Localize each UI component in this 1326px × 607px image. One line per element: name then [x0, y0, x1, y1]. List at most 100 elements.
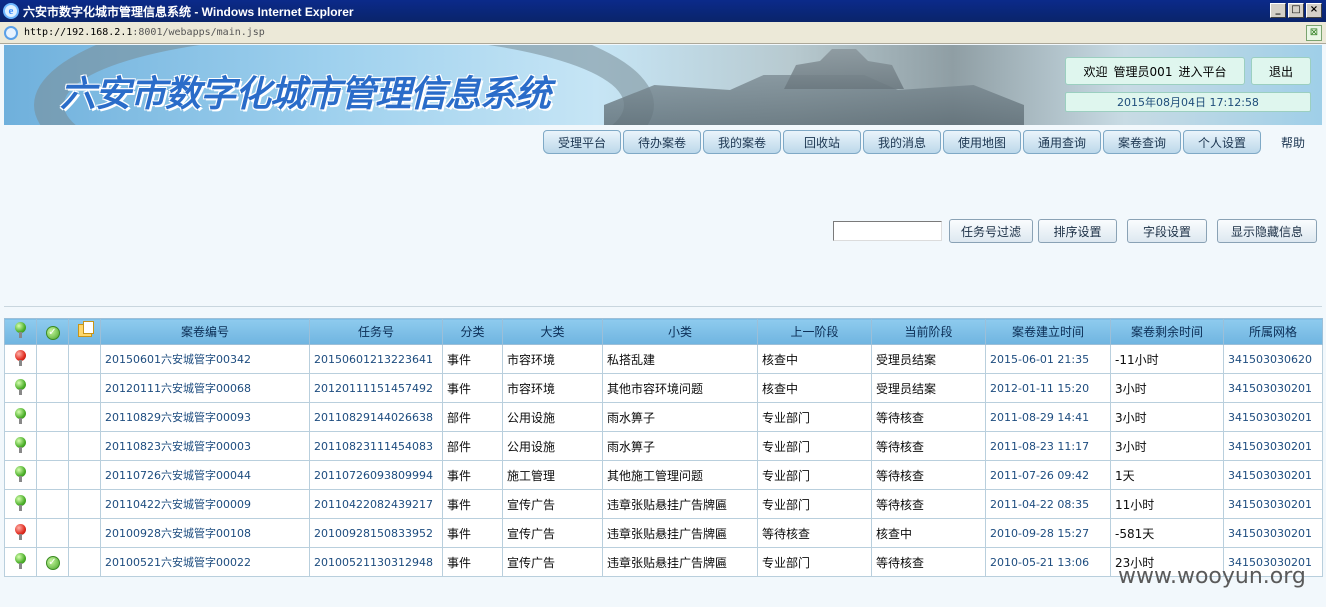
case-id-cell[interactable]: 20100928六安城管字00108 [100, 518, 310, 548]
divider [4, 306, 1322, 307]
remaining-time-cell: 11小时 [1110, 489, 1224, 519]
task-id-cell: 20110726093809994 [309, 460, 443, 490]
nav-accept-platform[interactable]: 受理平台 [543, 130, 621, 154]
column-header[interactable]: 案卷建立时间 [985, 318, 1111, 345]
nav-general-query[interactable]: 通用查询 [1023, 130, 1101, 154]
status-column-header[interactable] [4, 318, 37, 345]
window-title-bar: e 六安市数字化城市管理信息系统 - Windows Internet Expl… [0, 0, 1326, 22]
address-url[interactable]: http://192.168.2.1:8001/webapps/main.jsp [24, 27, 265, 38]
column-header[interactable]: 任务号 [309, 318, 443, 345]
column-header[interactable]: 案卷剩余时间 [1110, 318, 1224, 345]
attachment-cell [68, 431, 101, 461]
column-header[interactable]: 分类 [442, 318, 503, 345]
status-bulb-icon [15, 378, 26, 395]
column-header[interactable]: 大类 [502, 318, 603, 345]
case-id-cell[interactable]: 20110823六安城管字00003 [100, 431, 310, 461]
column-header[interactable]: 当前阶段 [871, 318, 986, 345]
column-header[interactable]: 案卷编号 [100, 318, 310, 345]
task-id-cell: 20110829144026638 [309, 402, 443, 432]
created-time-cell: 2011-08-29 14:41 [985, 402, 1111, 432]
table-row[interactable]: 20120111六安城管字00068 20120111151457492 事件 市容环… [4, 373, 1323, 403]
status-bulb-icon [15, 407, 26, 424]
minimize-button[interactable]: _ [1270, 3, 1286, 18]
created-time-cell: 2011-07-26 09:42 [985, 460, 1111, 490]
check-circle-icon: ✓ [45, 325, 60, 340]
case-id-cell[interactable]: 20150601六安城管字00342 [100, 344, 310, 374]
grid-cell: 341503030620 [1223, 344, 1323, 374]
nav-personal-settings[interactable]: 个人设置 [1183, 130, 1261, 154]
app-title: 六安市数字化城市管理信息系统 [60, 74, 551, 115]
category-cell: 部件 [442, 431, 503, 461]
status-bulb-icon [15, 552, 26, 569]
nav-pending-cases[interactable]: 待办案卷 [623, 130, 701, 154]
case-id-cell[interactable]: 20110829六安城管字00093 [100, 402, 310, 432]
category-cell: 事件 [442, 547, 503, 577]
case-id-cell[interactable]: 20100521六安城管字00022 [100, 547, 310, 577]
close-button[interactable]: × [1306, 3, 1322, 18]
table-row[interactable]: 20110823六安城管字00003 20110823111454083 部件 公用设… [4, 431, 1323, 461]
attachment-cell [68, 518, 101, 548]
nav-my-cases[interactable]: 我的案卷 [703, 130, 781, 154]
address-host: http://192.168.2.1 [24, 27, 133, 38]
attachment-cell [68, 547, 101, 577]
task-id-cell: 20110422082439217 [309, 489, 443, 519]
field-settings-button[interactable]: 字段设置 [1127, 219, 1207, 243]
address-bar[interactable]: http://192.168.2.1:8001/webapps/main.jsp… [0, 22, 1326, 44]
compatibility-icon[interactable]: ⊠ [1306, 25, 1322, 41]
prev-stage-cell: 核查中 [757, 373, 872, 403]
nav-case-query[interactable]: 案卷查询 [1103, 130, 1181, 154]
doc-column-header[interactable] [68, 318, 101, 345]
status-bulb-icon [15, 494, 26, 511]
remaining-time-cell: 3小时 [1110, 402, 1224, 432]
task-id-cell: 20100521130312948 [309, 547, 443, 577]
table-row[interactable]: 20110829六安城管字00093 20110829144026638 部件 公用设… [4, 402, 1323, 432]
table-row[interactable]: 20150601六安城管字00342 20150601213223641 事件 市容环… [4, 344, 1323, 374]
table-row[interactable]: 20100928六安城管字00108 20100928150833952 事件 宣传广… [4, 518, 1323, 548]
nav-my-messages[interactable]: 我的消息 [863, 130, 941, 154]
major-category-cell: 市容环境 [502, 344, 603, 374]
maximize-button[interactable]: □ [1288, 3, 1304, 18]
case-id-cell[interactable]: 20110726六安城管字00044 [100, 460, 310, 490]
major-category-cell: 公用设施 [502, 431, 603, 461]
case-id-cell[interactable]: 20120111六安城管字00068 [100, 373, 310, 403]
prev-stage-cell: 等待核查 [757, 518, 872, 548]
remaining-time-cell: 3小时 [1110, 373, 1224, 403]
checked-cell [36, 431, 69, 461]
user-name: 管理员001 [1113, 64, 1173, 79]
ie-logo-icon: e [3, 3, 19, 19]
watermark: www.wooyun.org [1118, 564, 1306, 589]
nav-use-map[interactable]: 使用地图 [943, 130, 1021, 154]
current-stage-cell: 等待核查 [871, 489, 986, 519]
table-header-row: ✓ 案卷编号 任务号 分类 大类 小类 上一阶段 当前阶段 案卷建立时间 案卷剩… [4, 318, 1323, 345]
prev-stage-cell: 专业部门 [757, 431, 872, 461]
window-controls: _ □ × [1270, 3, 1322, 18]
sort-settings-button[interactable]: 排序设置 [1038, 219, 1117, 243]
status-cell [4, 402, 37, 432]
task-filter-input[interactable] [833, 221, 942, 241]
status-bulb-icon [15, 465, 26, 482]
nav-help-link[interactable]: 帮助 [1281, 134, 1305, 151]
task-filter-button[interactable]: 任务号过滤 [949, 219, 1033, 243]
created-time-cell: 2015-06-01 21:35 [985, 344, 1111, 374]
nav-recycle-bin[interactable]: 回收站 [783, 130, 861, 154]
minor-category-cell: 违章张贴悬挂广告牌匾 [602, 547, 758, 577]
case-id-cell[interactable]: 20110422六安城管字00009 [100, 489, 310, 519]
column-header[interactable]: 所属网格 [1223, 318, 1323, 345]
welcome-box[interactable]: 欢迎 管理员001 进入平台 [1065, 57, 1245, 85]
check-column-header[interactable]: ✓ [36, 318, 69, 345]
current-stage-cell: 等待核查 [871, 431, 986, 461]
category-cell: 事件 [442, 373, 503, 403]
column-header[interactable]: 上一阶段 [757, 318, 872, 345]
column-header[interactable]: 小类 [602, 318, 758, 345]
prev-stage-cell: 专业部门 [757, 547, 872, 577]
bulb-icon [15, 322, 26, 338]
minor-category-cell: 雨水箅子 [602, 431, 758, 461]
logout-button[interactable]: 退出 [1251, 57, 1311, 85]
enter-platform-link[interactable]: 进入平台 [1178, 63, 1226, 80]
table-row[interactable]: 20110726六安城管字00044 20110726093809994 事件 施工管… [4, 460, 1323, 490]
show-hidden-button[interactable]: 显示隐藏信息 [1217, 219, 1317, 243]
table-row[interactable]: 20110422六安城管字00009 20110422082439217 事件 宣传广… [4, 489, 1323, 519]
checked-cell [36, 489, 69, 519]
banner-tower-decoration [784, 49, 904, 89]
status-cell [4, 489, 37, 519]
